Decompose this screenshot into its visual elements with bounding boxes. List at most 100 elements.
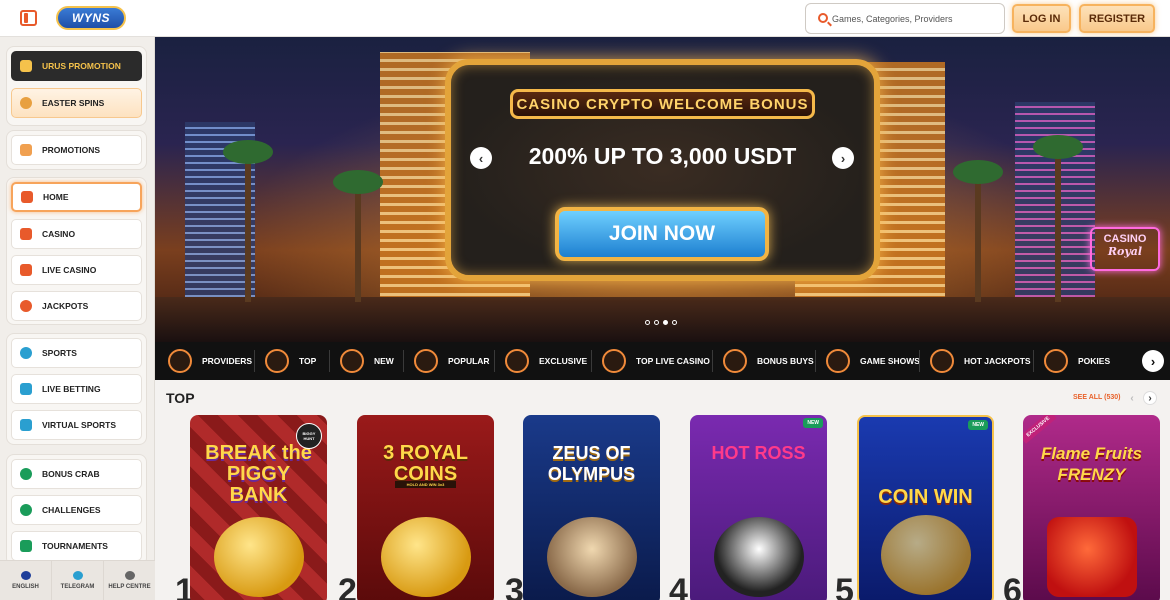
help-centre-link[interactable]: HELP CENTRE [104, 561, 155, 600]
search-box[interactable] [805, 3, 1005, 34]
sidebar-item-label: TOURNAMENTS [42, 541, 108, 551]
category-new[interactable]: NEW [340, 342, 394, 380]
game-card-3-royal-coins[interactable]: 3 ROYAL COINS HOLD AND WIN 3x3 [357, 415, 494, 600]
sidebar-item-tournaments[interactable]: TOURNAMENTS [11, 531, 142, 561]
divider [1033, 350, 1034, 372]
neon-sign-text: CASINO [1103, 233, 1147, 245]
pagination-dot[interactable] [645, 320, 650, 325]
sidebar-item-bonus-crab[interactable]: BONUS CRAB [11, 459, 142, 489]
language-selector[interactable]: ENGLISH [0, 561, 52, 600]
banner-prev-button[interactable]: ‹ [470, 147, 492, 169]
games-next-button[interactable]: › [1143, 391, 1157, 405]
game-subtitle: HOLD AND WIN 3x3 [395, 481, 456, 488]
category-label: GAME SHOWS [860, 356, 920, 366]
zeus-art [546, 517, 637, 597]
sidebar-item-live-casino[interactable]: LIVE CASINO [11, 255, 142, 285]
chevron-right-icon: › [840, 150, 846, 166]
game-card-zeus-of-olympus[interactable]: ZEUS OF OLYMPUS [523, 415, 660, 600]
register-button[interactable]: REGISTER [1079, 4, 1155, 33]
telegram-icon [72, 571, 83, 580]
game-card-coin-win[interactable]: NEW COIN WIN [857, 415, 994, 600]
crown-icon [265, 349, 289, 373]
category-game-shows[interactable]: GAME SHOWS [826, 342, 920, 380]
category-label: POKIES [1078, 356, 1111, 366]
claw-icon [20, 468, 32, 480]
sidebar-group-sports: SPORTS LIVE BETTING VIRTUAL SPORTS [6, 333, 147, 445]
sidebar-item-live-betting[interactable]: LIVE BETTING [11, 374, 142, 404]
game-card-hot-ross[interactable]: NEW HOT ROSS [690, 415, 827, 600]
hero-banner: CASINO Royal CASINO CRYPTO WELCOME BONUS… [155, 37, 1170, 342]
chevron-left-icon: ‹ [478, 150, 484, 166]
slot-icon [1044, 349, 1068, 373]
star-icon [602, 349, 626, 373]
sidebar-item-label: LIVE BETTING [42, 384, 101, 394]
sidebar-group-casino: HOME CASINO LIVE CASINO JACKPOTS [6, 177, 147, 325]
category-providers[interactable]: PROVIDERS [168, 342, 252, 380]
microphone-icon [826, 349, 850, 373]
game-card-flame-fruits-frenzy[interactable]: EXCLUSIVE Flame Fruits FRENZY [1023, 415, 1160, 600]
cat-art [713, 517, 804, 597]
category-label: NEW [374, 356, 394, 366]
chevron-right-icon: › [1150, 353, 1156, 369]
search-input[interactable] [832, 10, 1000, 28]
pagination-dot-active[interactable] [663, 320, 668, 325]
search-icon [818, 13, 828, 23]
site-logo[interactable]: WYNS [56, 6, 126, 30]
sidebar-item-label: CASINO [42, 229, 76, 239]
category-hot-jackpots[interactable]: HOT JACKPOTS [930, 342, 1031, 380]
login-button[interactable]: LOG IN [1012, 4, 1071, 33]
game-card-break-the-piggy-bank[interactable]: BREAK the PIGGY BANK BIGGY HUNT [190, 415, 327, 600]
pagination-dot[interactable] [654, 320, 659, 325]
seven-art [1046, 517, 1137, 597]
telegram-link[interactable]: TELEGRAM [52, 561, 104, 600]
footer-label: ENGLISH [12, 584, 39, 590]
slot-machine-icon [20, 228, 32, 240]
category-pokies[interactable]: POKIES [1044, 342, 1110, 380]
category-bonus-buys[interactable]: BONUS BUYS [723, 342, 814, 380]
chevron-left-icon: ‹ [1130, 392, 1134, 404]
category-next-button[interactable]: › [1142, 350, 1164, 372]
divider [403, 350, 404, 372]
coins-icon [930, 349, 954, 373]
top-games-section: TOP SEE ALL (530) ‹ › 1 BREAK the PIGGY … [155, 380, 1170, 600]
join-now-button[interactable]: JOIN NOW [555, 207, 769, 261]
gift-icon [723, 349, 747, 373]
sidebar-item-virtual-sports[interactable]: VIRTUAL SPORTS [11, 410, 142, 440]
sidebar-item-challenges[interactable]: CHALLENGES [11, 495, 142, 525]
category-popular[interactable]: POPULAR [414, 342, 490, 380]
divider [815, 350, 816, 372]
divider [329, 350, 330, 372]
game-title: BREAK the PIGGY BANK [205, 442, 312, 506]
cards-icon [20, 264, 32, 276]
banner-headline: 200% UP TO 3,000 USDT [528, 143, 797, 169]
see-all-link[interactable]: SEE ALL (530) [1073, 394, 1120, 401]
chevron-right-icon: › [1148, 392, 1152, 404]
sidebar-item-home[interactable]: HOME [11, 182, 142, 212]
banner-next-button[interactable]: › [832, 147, 854, 169]
sidebar-item-label: HOME [43, 192, 69, 202]
sidebar-item-casino[interactable]: CASINO [11, 219, 142, 249]
sidebar-item-promotions[interactable]: PROMOTIONS [11, 135, 142, 165]
sidebar-toggle-icon[interactable] [20, 10, 37, 26]
lightning-icon [340, 349, 364, 373]
sidebar-item-easter-spins[interactable]: EASTER SPINS [11, 88, 142, 118]
game-title: HOT ROSS [711, 443, 806, 463]
home-icon [21, 191, 33, 203]
trophy-icon [20, 540, 32, 552]
category-top-live-casino[interactable]: TOP LIVE CASINO [602, 342, 710, 380]
banner-pagination [645, 320, 677, 325]
category-top[interactable]: TOP [265, 342, 316, 380]
new-badge: NEW [803, 418, 823, 428]
category-exclusive[interactable]: EXCLUSIVE [505, 342, 587, 380]
pagination-dot[interactable] [672, 320, 677, 325]
sidebar-item-sports[interactable]: SPORTS [11, 338, 142, 368]
sidebar-item-urus-promotion[interactable]: URUS PROMOTION [11, 51, 142, 81]
games-prev-button[interactable]: ‹ [1125, 391, 1139, 405]
sidebar-footer: ENGLISH TELEGRAM HELP CENTRE [0, 560, 155, 600]
category-label: EXCLUSIVE [539, 356, 588, 366]
category-label: HOT JACKPOTS [964, 356, 1031, 366]
help-icon [124, 571, 135, 580]
sidebar-item-label: CHALLENGES [42, 505, 101, 515]
divider [254, 350, 255, 372]
sidebar-item-jackpots[interactable]: JACKPOTS [11, 291, 142, 321]
